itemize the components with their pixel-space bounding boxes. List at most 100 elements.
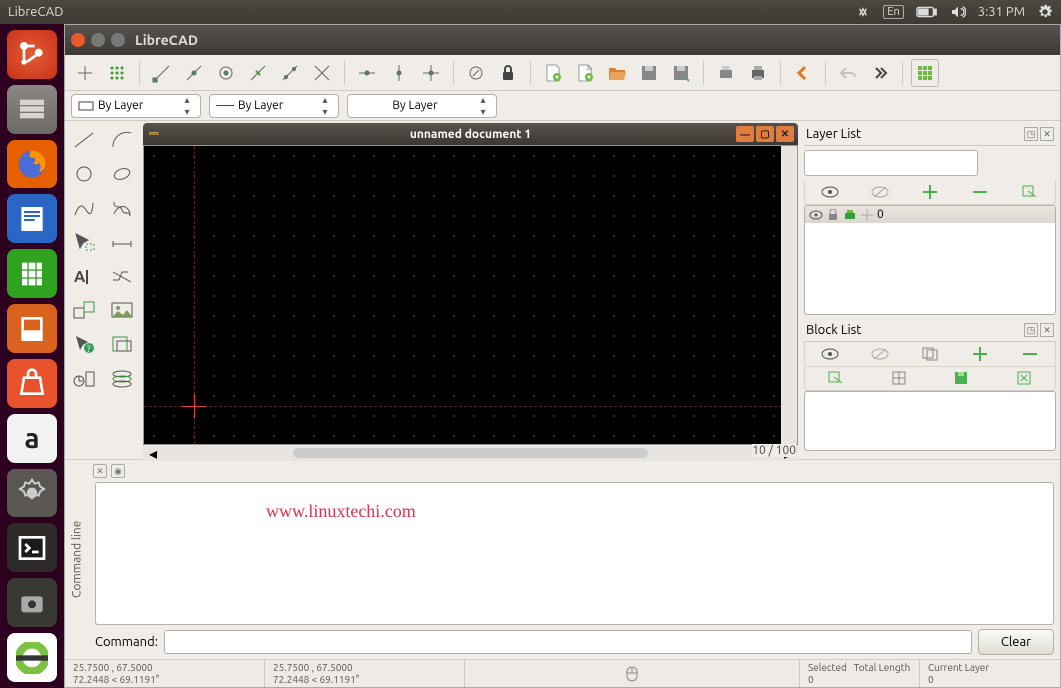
modify-tool[interactable]	[69, 297, 99, 323]
point-tool[interactable]	[71, 59, 99, 87]
writer-icon[interactable]	[7, 194, 57, 243]
calc-icon[interactable]	[7, 249, 57, 298]
layer-row[interactable]: 0	[805, 206, 1055, 223]
edit-layer[interactable]	[1018, 182, 1042, 202]
cmd-close-icon[interactable]: ✕	[93, 464, 107, 478]
layer-tool[interactable]	[107, 365, 137, 391]
drawing-canvas[interactable]	[143, 145, 798, 445]
system-menubar[interactable]: LibreCAD En 3:31 PM	[0, 0, 1061, 24]
settings-icon[interactable]	[7, 469, 57, 518]
detach-icon[interactable]: ◳	[1024, 323, 1038, 337]
snap-endpoint[interactable]	[148, 59, 176, 87]
hide-all-blocks[interactable]	[868, 344, 892, 364]
detach-icon[interactable]: ◳	[1024, 127, 1038, 141]
relative-zero[interactable]	[462, 59, 490, 87]
spline-tool[interactable]	[69, 195, 99, 221]
close-icon[interactable]: ✕	[1040, 127, 1054, 141]
cmd-detach-icon[interactable]: ◉	[111, 464, 125, 478]
files-icon[interactable]	[7, 85, 57, 134]
doc-maximize[interactable]: ▢	[756, 126, 774, 142]
lang-indicator[interactable]: En	[883, 5, 903, 19]
gear-icon[interactable]	[1037, 4, 1053, 20]
add-layer[interactable]	[918, 182, 942, 202]
back-button[interactable]	[789, 59, 817, 87]
command-input[interactable]	[164, 630, 972, 654]
overflow-button[interactable]	[866, 59, 894, 87]
sound-icon[interactable]	[950, 4, 966, 20]
layer-panel-header[interactable]: Layer List ◳✕	[804, 125, 1056, 146]
block-tool[interactable]	[107, 331, 137, 357]
measure-tool[interactable]	[69, 365, 99, 391]
remove-block[interactable]	[1018, 344, 1042, 364]
clock[interactable]: 3:31 PM	[978, 5, 1025, 19]
rename-block[interactable]	[824, 368, 848, 388]
line-tool[interactable]	[69, 127, 99, 153]
restrict-vertical[interactable]	[385, 59, 413, 87]
doc-minimize[interactable]: —	[736, 126, 754, 142]
image-tool[interactable]	[107, 297, 137, 323]
construction-icon[interactable]	[861, 209, 873, 221]
undo-button[interactable]	[834, 59, 862, 87]
print-preview[interactable]	[712, 59, 740, 87]
dash-icon[interactable]	[7, 30, 57, 79]
close-button[interactable]	[71, 33, 85, 47]
save-block[interactable]	[949, 368, 973, 388]
amazon-icon[interactable]: a	[7, 414, 57, 463]
linewidth-combo[interactable]: By Layer ▴▾	[209, 94, 339, 118]
grid-panel-button[interactable]	[911, 59, 939, 87]
show-all-blocks[interactable]	[818, 344, 842, 364]
text-tool[interactable]: A	[69, 263, 99, 289]
save-as[interactable]	[667, 59, 695, 87]
network-icon[interactable]	[855, 4, 871, 20]
doc-close[interactable]: ✕	[776, 126, 794, 142]
snap-middle[interactable]	[244, 59, 272, 87]
horizontal-scrollbar[interactable]: ◂ ▸ 10 / 100	[143, 445, 798, 461]
close-icon[interactable]: ✕	[1040, 323, 1054, 337]
print-icon[interactable]	[843, 209, 857, 221]
firefox-icon[interactable]	[7, 140, 57, 189]
hatch-tool[interactable]	[107, 263, 137, 289]
vertical-scrollbar[interactable]	[781, 146, 797, 444]
restrict-orthogonal[interactable]	[417, 59, 445, 87]
screenshot-icon[interactable]	[7, 578, 57, 627]
snap-on-entity[interactable]	[180, 59, 208, 87]
select-tool[interactable]	[69, 229, 99, 255]
window-titlebar[interactable]: LibreCAD	[65, 25, 1060, 55]
circle-tool[interactable]	[69, 161, 99, 187]
terminal-icon[interactable]	[7, 523, 57, 572]
dimension-tool[interactable]	[107, 229, 137, 255]
print[interactable]	[744, 59, 772, 87]
librecad-launcher-icon[interactable]	[7, 633, 57, 682]
minimize-button[interactable]	[91, 33, 105, 47]
block-panel-header[interactable]: Block List ◳✕	[804, 321, 1056, 342]
hide-all-layers[interactable]	[868, 182, 892, 202]
layer-filter-input[interactable]	[804, 150, 978, 176]
color-combo[interactable]: By Layer ▴▾	[347, 94, 497, 118]
snap-intersection[interactable]	[308, 59, 336, 87]
info-tool[interactable]: ?	[69, 331, 99, 357]
new-file[interactable]	[539, 59, 567, 87]
snap-distance[interactable]	[276, 59, 304, 87]
add-block[interactable]	[968, 344, 992, 364]
open-file[interactable]	[603, 59, 631, 87]
eye-icon[interactable]	[809, 209, 823, 221]
command-history[interactable]: www.linuxtechi.com	[95, 482, 1054, 625]
save-file[interactable]	[635, 59, 663, 87]
create-block[interactable]	[918, 344, 942, 364]
linetype-combo[interactable]: By Layer ▴▾	[71, 94, 201, 118]
new-from-template[interactable]	[571, 59, 599, 87]
arc-tool[interactable]	[107, 127, 137, 153]
block-list[interactable]	[804, 391, 1056, 451]
polyline-tool[interactable]	[107, 195, 137, 221]
impress-icon[interactable]	[7, 304, 57, 353]
software-center-icon[interactable]	[7, 359, 57, 408]
maximize-button[interactable]	[111, 33, 125, 47]
lock-icon[interactable]	[827, 209, 839, 221]
lock-relative-zero[interactable]	[494, 59, 522, 87]
remove-layer[interactable]	[968, 182, 992, 202]
ellipse-tool[interactable]	[107, 161, 137, 187]
insert-block[interactable]	[1012, 368, 1036, 388]
restrict-horizontal[interactable]	[353, 59, 381, 87]
layer-list[interactable]: 0	[804, 205, 1056, 315]
show-all-layers[interactable]	[818, 182, 842, 202]
